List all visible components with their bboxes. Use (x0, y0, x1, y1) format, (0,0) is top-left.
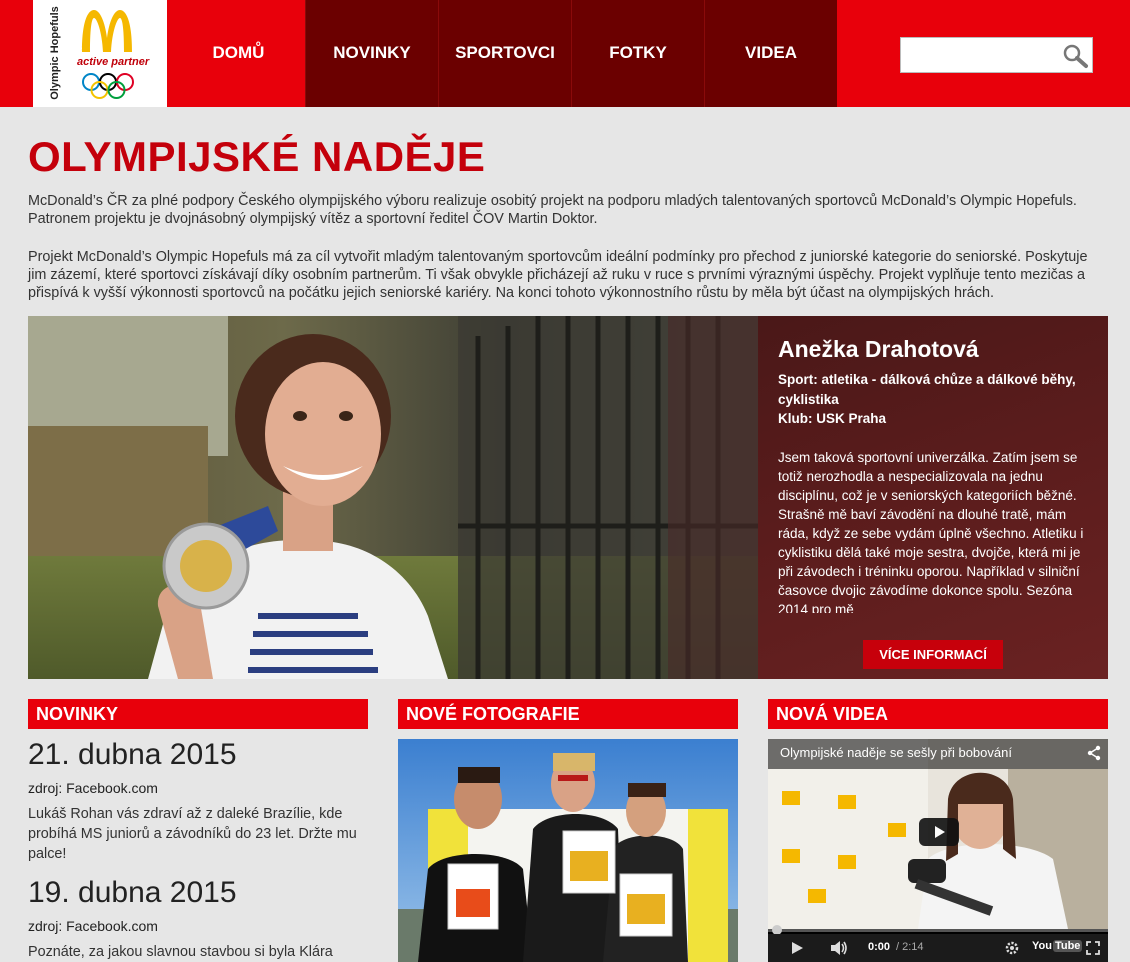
search-input[interactable] (905, 42, 1055, 68)
search-icon[interactable] (1061, 42, 1089, 70)
video-player[interactable]: Olympijské naděje se sešly při bobování … (768, 739, 1108, 962)
logo-partner-text: active partner (77, 56, 150, 68)
nav-athletes[interactable]: SPORTOVCI (438, 0, 571, 107)
youtube-logo-tube: Tube (1052, 940, 1083, 952)
video-time-total: / 2:14 (896, 941, 924, 953)
video-controls: 0:00 / 2:14 You Tube (768, 934, 1108, 962)
play-icon (935, 826, 945, 838)
nav-home[interactable]: DOMŮ (172, 0, 305, 107)
athlete-club: Klub: USK Praha (778, 411, 887, 426)
athlete-name: Anežka Drahotová (778, 336, 979, 362)
nav-videos[interactable]: VIDEA (704, 0, 837, 107)
athlete-description: Jsem taková sportovní univerzálka. Zatím… (778, 450, 1084, 613)
fullscreen-icon[interactable] (1086, 941, 1100, 955)
section-photos-heading[interactable]: NOVÉ FOTOGRAFIE (398, 699, 738, 729)
site-header: Olympic Hopefuls active partner DOMŮ NOV… (0, 0, 1130, 107)
olympic-rings-icon (82, 73, 134, 99)
play-overlay-button[interactable] (919, 818, 959, 846)
site-logo[interactable]: Olympic Hopefuls active partner (33, 0, 167, 107)
latest-photo[interactable] (398, 739, 738, 962)
news-date[interactable]: 21. dubna 2015 (28, 738, 237, 772)
youtube-logo-you: You (1032, 940, 1052, 952)
news-text: Poznáte, za jakou slavnou stavbou si byl… (28, 944, 333, 960)
video-title[interactable]: Olympijské naděje se sešly při bobování (780, 745, 1012, 760)
athlete-photo (28, 316, 758, 679)
intro-paragraph-1: McDonald’s ČR za plné podpory Českého ol… (28, 193, 1077, 227)
more-info-button[interactable]: VÍCE INFORMACÍ (863, 640, 1003, 669)
athlete-hero: Anežka Drahotová Sport: atletika - dálko… (28, 316, 1108, 679)
volume-icon[interactable] (830, 940, 848, 956)
photo-image (398, 739, 738, 962)
page-title: OLYMPIJSKÉ NADĚJE (28, 133, 486, 180)
news-source: zdroj: Facebook.com (28, 780, 158, 796)
nav-news[interactable]: NOVINKY (305, 0, 438, 107)
search-box (900, 37, 1093, 73)
news-text: Lukáš Rohan vás zdraví až z daleké Brazí… (28, 806, 357, 862)
gear-icon[interactable] (1004, 940, 1020, 956)
play-icon[interactable] (790, 941, 804, 955)
mcdonalds-arches-icon (82, 10, 132, 52)
news-source: zdroj: Facebook.com (28, 918, 158, 934)
share-icon[interactable] (1086, 745, 1102, 761)
intro-paragraph-2: Projekt McDonald’s Olympic Hopefuls má z… (28, 249, 1088, 301)
athlete-info-panel: Anežka Drahotová Sport: atletika - dálko… (758, 316, 1108, 679)
news-date[interactable]: 19. dubna 2015 (28, 876, 237, 910)
video-progress-bar[interactable] (768, 929, 1108, 932)
youtube-logo[interactable]: You Tube (1032, 940, 1083, 952)
athlete-sport: Sport: atletika - dálková chůze a dálkov… (778, 372, 1076, 407)
main-nav: DOMŮ NOVINKY SPORTOVCI FOTKY VIDEA (172, 0, 837, 107)
video-time-current: 0:00 (868, 941, 891, 953)
section-news-heading[interactable]: NOVINKY (28, 699, 368, 729)
logo-vertical-text: Olympic Hopefuls (49, 6, 61, 100)
section-videos-heading[interactable]: NOVÁ VIDEA (768, 699, 1108, 729)
nav-photos[interactable]: FOTKY (571, 0, 704, 107)
